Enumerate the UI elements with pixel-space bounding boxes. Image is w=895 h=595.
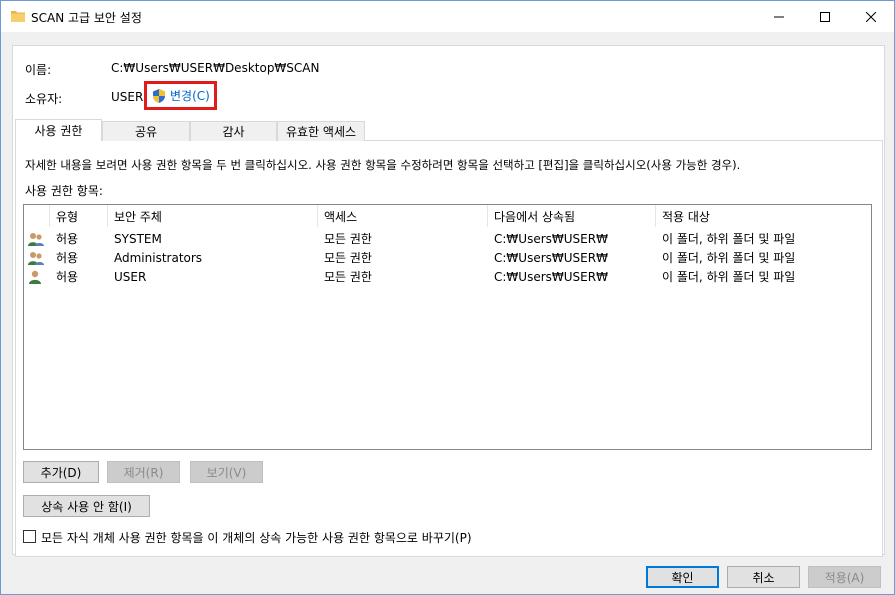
group-users-icon (28, 251, 44, 265)
row-applies: 이 폴더, 하위 폴더 및 파일 (662, 251, 796, 265)
close-button[interactable] (848, 1, 894, 32)
security-settings-window: SCAN 고급 보안 설정 이름: C:₩Users₩USER₩Desktop₩… (0, 0, 895, 595)
tab-strip: 사용 권한 공유 감사 유효한 액세스 (15, 119, 365, 141)
change-owner-link[interactable]: 변경(C) (144, 81, 217, 110)
row-principal: Administrators (114, 250, 203, 265)
title-bar: SCAN 고급 보안 설정 (1, 1, 894, 32)
replace-child-permissions-checkbox[interactable] (23, 530, 36, 543)
uac-shield-icon (153, 88, 165, 103)
owner-value: USER (111, 90, 144, 104)
name-label: 이름: (25, 63, 52, 77)
column-icon (24, 205, 50, 227)
row-inherited: C:₩Users₩USER₩ (494, 269, 608, 284)
permission-entries-list[interactable]: 유형 보안 주체 액세스 다음에서 상속됨 적용 대상 허용 SYSTEM 모든… (23, 204, 872, 450)
single-user-icon (29, 270, 41, 284)
close-icon (866, 11, 876, 22)
table-row[interactable]: 허용 Administrators 모든 권한 C:₩Users₩USER₩ 이… (24, 248, 871, 267)
table-row[interactable]: 허용 USER 모든 권한 C:₩Users₩USER₩ 이 폴더, 하위 폴더… (24, 267, 871, 286)
view-button[interactable]: 보기(V) (190, 461, 263, 483)
add-button[interactable]: 추가(D) (23, 461, 99, 483)
permission-entries-label: 사용 권한 항목: (25, 184, 103, 198)
tab-label: 사용 권한 (34, 124, 83, 138)
row-icon-cell (24, 267, 50, 286)
minimize-button[interactable] (756, 1, 802, 32)
row-inherited: C:₩Users₩USER₩ (494, 250, 608, 265)
replace-child-permissions-label: 모든 자식 개체 사용 권한 항목을 이 개체의 상속 가능한 사용 권한 항목… (41, 531, 472, 545)
row-access: 모든 권한 (324, 232, 372, 246)
tab-label: 유효한 액세스 (285, 125, 357, 139)
row-inherited: C:₩Users₩USER₩ (494, 231, 608, 246)
apply-button[interactable]: 적용(A) (808, 566, 881, 588)
list-header: 유형 보안 주체 액세스 다음에서 상속됨 적용 대상 (24, 205, 871, 227)
tab-effective-access[interactable]: 유효한 액세스 (277, 121, 365, 141)
row-applies: 이 폴더, 하위 폴더 및 파일 (662, 232, 796, 246)
disable-inheritance-button[interactable]: 상속 사용 안 함(I) (23, 495, 150, 517)
remove-button[interactable]: 제거(R) (107, 461, 180, 483)
owner-label: 소유자: (25, 92, 63, 106)
row-applies: 이 폴더, 하위 폴더 및 파일 (662, 270, 796, 284)
tab-label: 공유 (134, 125, 158, 139)
minimize-icon (774, 16, 784, 17)
row-icon-cell (24, 248, 50, 267)
tab-permissions[interactable]: 사용 권한 (15, 119, 102, 141)
permissions-description: 자세한 내용을 보려면 사용 권한 항목을 두 번 클릭하십시오. 사용 권한 … (25, 158, 741, 172)
tab-label: 감사 (222, 125, 245, 139)
column-inherited-from[interactable]: 다음에서 상속됨 (488, 205, 656, 227)
window-title: SCAN 고급 보안 설정 (31, 11, 142, 25)
row-type: 허용 (56, 232, 79, 246)
group-users-icon (28, 232, 44, 246)
column-principal[interactable]: 보안 주체 (108, 205, 318, 227)
folder-icon (11, 11, 25, 22)
row-icon-cell (24, 229, 50, 248)
table-row[interactable]: 허용 SYSTEM 모든 권한 C:₩Users₩USER₩ 이 폴더, 하위 … (24, 229, 871, 248)
row-type: 허용 (56, 270, 79, 284)
tab-auditing[interactable]: 감사 (190, 121, 277, 141)
row-access: 모든 권한 (324, 270, 372, 284)
column-applies-to[interactable]: 적용 대상 (656, 205, 871, 227)
row-type: 허용 (56, 251, 79, 265)
row-principal: USER (114, 269, 147, 284)
change-owner-label: 변경(C) (170, 89, 210, 103)
maximize-button[interactable] (802, 1, 848, 32)
name-value: C:₩Users₩USER₩Desktop₩SCAN (111, 61, 320, 75)
maximize-icon (820, 11, 830, 22)
cancel-button[interactable]: 취소 (727, 566, 800, 588)
row-access: 모든 권한 (324, 251, 372, 265)
row-principal: SYSTEM (114, 231, 162, 246)
column-type[interactable]: 유형 (50, 205, 108, 227)
column-access[interactable]: 액세스 (318, 205, 488, 227)
ok-button[interactable]: 확인 (646, 566, 719, 588)
tab-sharing[interactable]: 공유 (102, 121, 190, 141)
